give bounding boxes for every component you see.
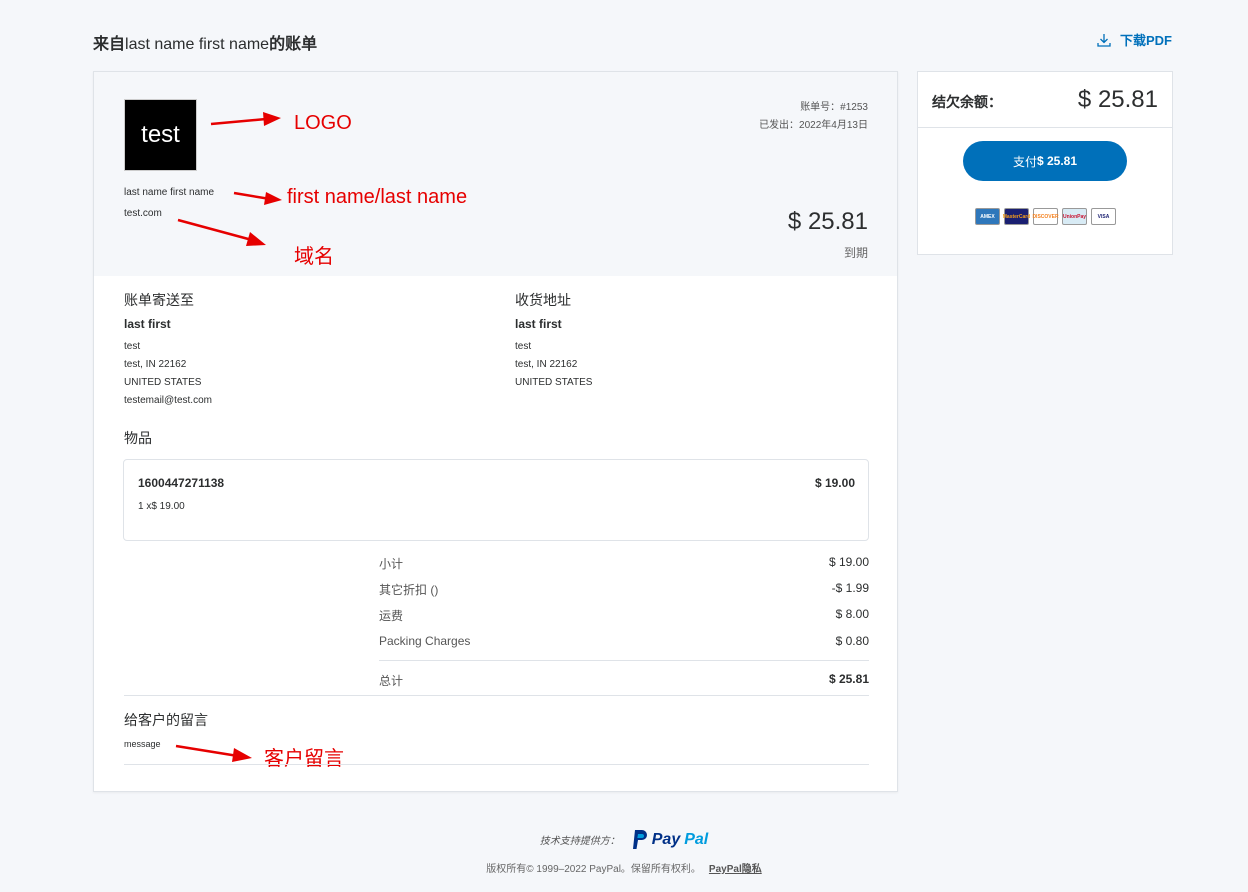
summary-shipping: 运费 $ 8.00 [379, 607, 869, 623]
message-heading: 给客户的留言 [124, 712, 208, 728]
paypal-logo: Pay Pal [632, 830, 708, 849]
ship-to-name: last first [515, 317, 562, 331]
download-icon [1097, 33, 1111, 47]
download-pdf-label: 下载PDF [1119, 33, 1172, 48]
bill-to-name: last first [124, 317, 171, 331]
invoice-meta: 账单号：#1253 已发出：2022年4月13日 [759, 99, 868, 135]
bill-to-line: test, IN 22162 [124, 359, 187, 370]
visa-card-icon: VISA [1091, 208, 1116, 225]
invoice-card: test last name first name test.com 账单号：#… [93, 71, 898, 792]
ship-to-address: 收货地址 last first test test, IN 22162 UNIT… [515, 290, 592, 392]
items-heading: 物品 [124, 430, 152, 446]
seller-domain: test.com [124, 208, 162, 219]
amex-card-icon: AMEX [975, 208, 1000, 225]
ship-to-heading: 收货地址 [515, 292, 571, 308]
seller-logo: test [124, 99, 197, 171]
seller-name: last name first name [124, 187, 215, 198]
unionpay-card-icon: UnionPay [1062, 208, 1087, 225]
arrow-message-icon [175, 744, 252, 762]
bill-to-line: UNITED STATES [124, 377, 202, 388]
privacy-link[interactable]: PayPal隐私 [709, 864, 762, 875]
annotation-domain: 域名 [294, 246, 334, 268]
accepted-cards: AMEX MasterCard DISCOVER UnionPay VISA [975, 208, 1116, 225]
balance-header: 结欠余额： $ 25.81 [918, 72, 1172, 128]
balance-amount: $ 25.81 [1077, 86, 1158, 113]
annotation-message: 客户留言 [264, 748, 344, 770]
paypal-p-icon [632, 830, 647, 849]
bill-to-line: test [124, 341, 141, 352]
arrow-logo-icon [210, 112, 281, 126]
summary-discount: 其它折扣 () -$ 1.99 [379, 581, 869, 597]
annotation-name: first name/last name [287, 186, 468, 208]
bill-to-address: 账单寄送至 last first test test, IN 22162 UNI… [124, 290, 212, 410]
balance-label: 结欠余额： [932, 94, 1002, 110]
ship-to-line: test, IN 22162 [515, 359, 578, 370]
mastercard-icon: MasterCard [1003, 208, 1030, 225]
download-pdf-button[interactable]: 下载PDF [1096, 30, 1172, 49]
tech-label: 技术支持提供方： [539, 836, 620, 847]
bill-to-email: testemail@test.com [124, 395, 212, 406]
footer-copyright: 版权所有© 1999–2022 PayPal。保留所有权利。 PayPal隐私 [486, 864, 762, 875]
arrow-domain-icon [177, 218, 266, 246]
ship-to-line: UNITED STATES [515, 377, 593, 388]
summary-packing: Packing Charges $ 0.80 [379, 634, 869, 648]
balance-panel: 结欠余额： $ 25.81 支付 $ 25.81 AMEX MasterCard … [917, 71, 1173, 255]
summary-subtotal: 小计 $ 19.00 [379, 555, 869, 571]
bill-to-heading: 账单寄送至 [124, 292, 194, 308]
item-price: $ 19.00 [814, 476, 855, 490]
invoice-header: test last name first name test.com 账单号：#… [94, 72, 897, 276]
message-divider [124, 764, 869, 765]
summary-divider [379, 660, 869, 661]
footer-tech: 技术支持提供方： Pay Pal [0, 830, 1248, 849]
item-id: 1600447271138 [138, 476, 225, 490]
annotation-logo: LOGO [294, 112, 352, 134]
page-title: 来自last name first name的账单 [93, 36, 318, 53]
discover-card-icon: DISCOVER [1032, 208, 1059, 225]
section-divider [124, 695, 869, 696]
list-item: 1600447271138 1 x$ 19.00 $ 19.00 [123, 459, 869, 541]
arrow-name-icon [233, 191, 282, 205]
summary-total: 总计 $ 25.81 [379, 672, 869, 688]
invoice-amount: $ 25.81 [787, 208, 868, 235]
invoice-issued-date: 已发出：2022年4月13日 [759, 120, 868, 131]
invoice-number: 账单号：#1253 [800, 102, 868, 113]
invoice-due-label: 到期 [843, 246, 868, 260]
pay-button[interactable]: 支付 $ 25.81 [963, 141, 1127, 181]
customer-message: message [124, 739, 161, 749]
ship-to-line: test [515, 341, 532, 352]
item-quantity: 1 x$ 19.00 [138, 501, 185, 512]
